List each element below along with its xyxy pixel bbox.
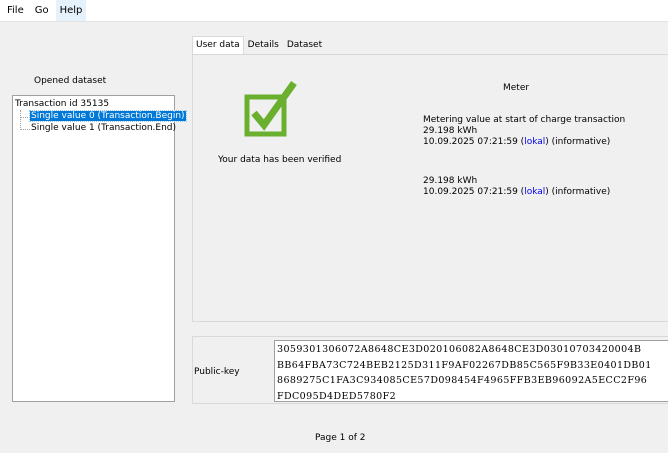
tab-bar: User data Details Dataset bbox=[192, 36, 326, 54]
dataset-tree[interactable]: Transaction id 35135 Single value 0 (Tra… bbox=[12, 95, 187, 402]
informative-note: (informative) bbox=[551, 137, 611, 147]
meter-start-block: Metering value at start of charge transa… bbox=[423, 115, 625, 148]
meter-end-timestamp: 10.09.2025 07:21:59 bbox=[423, 187, 518, 197]
user-data-panel: Your data has been verified Meter Meteri… bbox=[192, 54, 668, 322]
tree-connector bbox=[21, 129, 30, 130]
meter-start-caption: Metering value at start of charge transa… bbox=[423, 115, 626, 125]
public-key-panel: Public-key 3059301306072A8648CE3D0201060… bbox=[192, 336, 668, 404]
public-key-field[interactable]: 3059301306072A8648CE3D020106082A8648CE3D… bbox=[274, 340, 668, 402]
meter-start-time-row: 10.09.2025 07:21:59 (lokal) (informative… bbox=[423, 137, 611, 147]
tree-item-transaction[interactable]: Transaction id 35135 bbox=[15, 99, 109, 109]
informative-note: (informative) bbox=[551, 187, 611, 197]
timezone-link[interactable]: lokal bbox=[524, 137, 545, 147]
meter-title: Meter bbox=[503, 83, 530, 93]
checkmark-icon bbox=[244, 80, 297, 137]
tab-details[interactable]: Details bbox=[244, 37, 283, 54]
meter-end-value: 29.198 kWh bbox=[423, 176, 478, 186]
meter-end-time-row: 10.09.2025 07:21:59 (lokal) (informative… bbox=[423, 187, 611, 197]
menu-go[interactable]: Go bbox=[31, 0, 53, 21]
tree-item-single-value-1[interactable]: Single value 1 (Transaction.End) bbox=[30, 123, 177, 133]
tree-connector bbox=[20, 110, 21, 130]
public-key-line: 8689275C1FA3C934085CE57D098454F4965FFB3E… bbox=[277, 375, 648, 386]
public-key-line: FDC095D4DED5780F2 bbox=[277, 390, 397, 402]
menu-help[interactable]: Help bbox=[55, 0, 87, 21]
opened-dataset-title: Opened dataset bbox=[34, 76, 107, 86]
menu-file[interactable]: File bbox=[3, 0, 28, 21]
timezone-link[interactable]: lokal bbox=[524, 187, 545, 197]
meter-start-value: 29.198 kWh bbox=[423, 126, 478, 136]
page-indicator: Page 1 of 2 bbox=[315, 433, 366, 443]
verified-status-text: Your data has been verified bbox=[218, 155, 342, 165]
meter-end-block: 29.198 kWh 10.09.2025 07:21:59 (lokal) (… bbox=[423, 176, 610, 198]
public-key-label: Public-key bbox=[194, 367, 240, 377]
public-key-line: 3059301306072A8648CE3D020106082A8648CE3D… bbox=[277, 344, 642, 355]
menu-bar: File Go Help bbox=[0, 0, 668, 22]
tab-user-data[interactable]: User data bbox=[192, 36, 244, 54]
tree-connector bbox=[21, 117, 30, 118]
public-key-line: BB64FBA73C724BEB2125D311F9AF02267DB85C56… bbox=[277, 359, 652, 371]
tree-item-single-value-0[interactable]: Single value 0 (Transaction.Begin) bbox=[29, 110, 187, 122]
tab-dataset[interactable]: Dataset bbox=[283, 37, 326, 54]
meter-start-timestamp: 10.09.2025 07:21:59 bbox=[423, 137, 518, 147]
